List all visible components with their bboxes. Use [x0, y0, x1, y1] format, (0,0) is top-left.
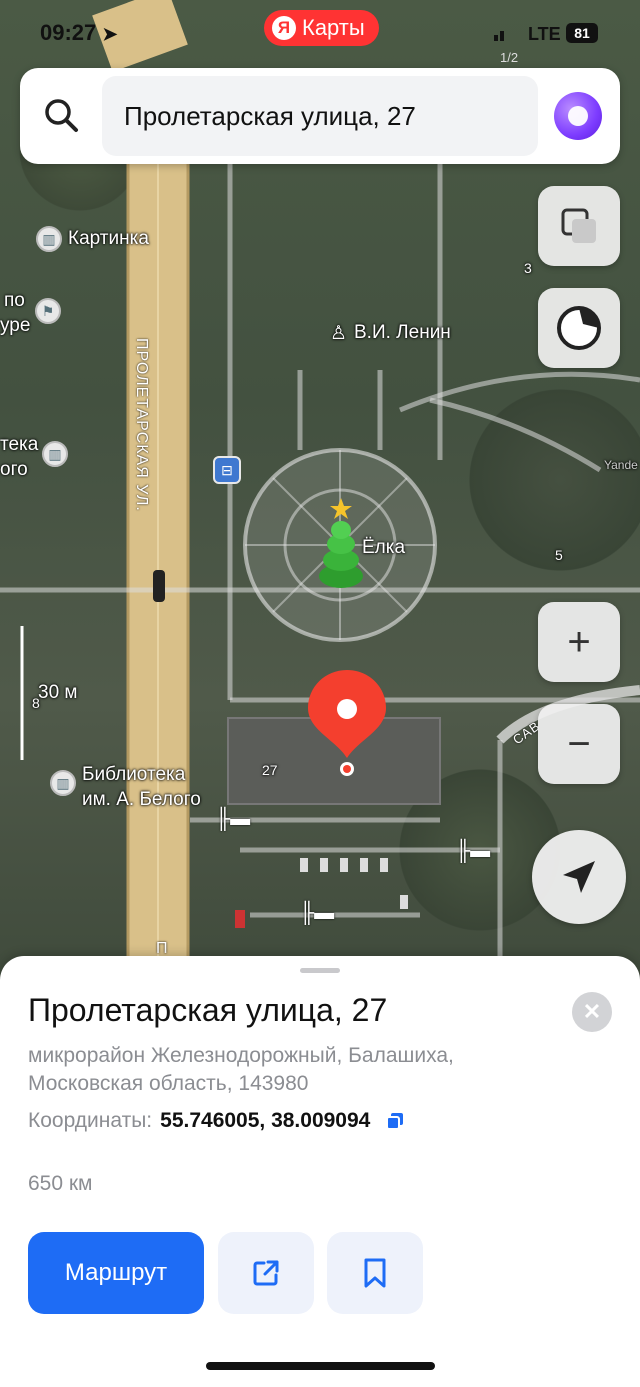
barrier-icon: ╟▬	[456, 840, 491, 862]
house-number: 27	[262, 762, 278, 778]
poi-library-line1[interactable]: Библиотека	[82, 764, 185, 786]
poi-partial-label: тека	[0, 434, 39, 455]
map-style-icon	[557, 306, 601, 350]
layers-icon	[561, 208, 596, 243]
poi-library-line2[interactable]: им. А. Белого	[82, 789, 201, 811]
page-indicator: 1/2	[500, 50, 519, 65]
home-indicator[interactable]	[206, 1362, 435, 1370]
battery-icon: 81	[566, 23, 598, 43]
minus-icon: −	[567, 722, 591, 766]
location-arrow-icon	[563, 861, 595, 893]
zoom-in-button[interactable]: +	[538, 602, 620, 682]
status-time: 09:27 ➤	[40, 20, 118, 45]
location-pin-icon[interactable]	[306, 668, 388, 778]
distance: 650 км	[28, 1172, 93, 1195]
address-line2: Московская область, 143980	[28, 1072, 309, 1095]
poi-partial-label: по	[4, 290, 25, 311]
poi-kartinka[interactable]: Картинка	[68, 228, 149, 250]
street-label: ПРОЛЕТАРСКАЯ УЛ.	[133, 338, 150, 512]
sheet-grabber[interactable]	[300, 968, 340, 973]
coords-value[interactable]: 55.746005, 38.009094	[160, 1109, 370, 1133]
poi-lenin[interactable]: В.И. Ленин	[354, 322, 451, 344]
network-type: LTE	[528, 24, 561, 44]
place-card: Пролетарская улица, 27 ✕ микрорайон Желе…	[0, 956, 640, 1387]
zoom-out-button[interactable]: −	[538, 704, 620, 784]
poi-partial-label: ого	[0, 459, 28, 480]
barrier-icon: ╟▬	[216, 808, 251, 830]
watermark: Yande	[604, 458, 638, 472]
monument-icon[interactable]: ♙	[330, 322, 347, 345]
house-number: 3	[524, 260, 532, 276]
map-style-button[interactable]	[538, 288, 620, 368]
library-icon[interactable]: ▥	[42, 441, 68, 467]
scale-label: 30 м	[38, 682, 78, 703]
close-button[interactable]: ✕	[572, 992, 612, 1032]
traffic-light-icon	[153, 570, 165, 602]
museum-icon[interactable]: ▥	[36, 226, 62, 252]
search-bar: Пролетарская улица, 27	[20, 68, 620, 164]
plus-icon: +	[567, 620, 591, 664]
location-services-icon: ➤	[102, 24, 118, 44]
copy-icon[interactable]	[386, 1112, 404, 1130]
coordinates-row: Координаты: 55.746005, 38.009094	[28, 1109, 404, 1133]
place-address: микрорайон Железнодорожный, Балашиха, Мо…	[28, 1042, 548, 1098]
alice-assistant-icon[interactable]	[554, 92, 602, 140]
yandex-logo-icon: Я	[272, 16, 296, 40]
signal-icon	[494, 28, 504, 46]
status-bar: 09:27 ➤ Я Карты LTE 81 1/2	[0, 0, 640, 65]
bookmark-button[interactable]	[327, 1232, 423, 1314]
library-icon[interactable]: ▥	[50, 770, 76, 796]
flag-icon[interactable]: ⚑	[35, 298, 61, 324]
poi-elka[interactable]: Ёлка	[362, 537, 405, 559]
close-icon: ✕	[582, 999, 602, 1024]
house-number: 5	[555, 547, 563, 563]
address-line1: микрорайон Железнодорожный, Балашиха,	[28, 1044, 454, 1067]
place-title: Пролетарская улица, 27	[28, 992, 388, 1028]
poi-partial-label: уре	[0, 315, 31, 336]
route-button[interactable]: Маршрут	[28, 1232, 204, 1314]
brand-badge[interactable]: Я Карты	[264, 10, 379, 46]
brand-name: Карты	[302, 15, 365, 40]
barrier-icon: ╟▬	[300, 902, 335, 924]
search-icon[interactable]	[40, 94, 84, 138]
christmas-tree-icon[interactable]	[314, 496, 368, 592]
coords-label: Координаты:	[28, 1109, 153, 1132]
layers-button[interactable]	[538, 186, 620, 266]
share-button[interactable]	[218, 1232, 314, 1314]
bookmark-icon	[364, 1258, 386, 1288]
bus-stop-icon[interactable]: ⊟	[213, 456, 241, 484]
search-input[interactable]: Пролетарская улица, 27	[102, 76, 538, 156]
my-location-button[interactable]	[532, 830, 626, 924]
share-icon	[253, 1260, 279, 1286]
